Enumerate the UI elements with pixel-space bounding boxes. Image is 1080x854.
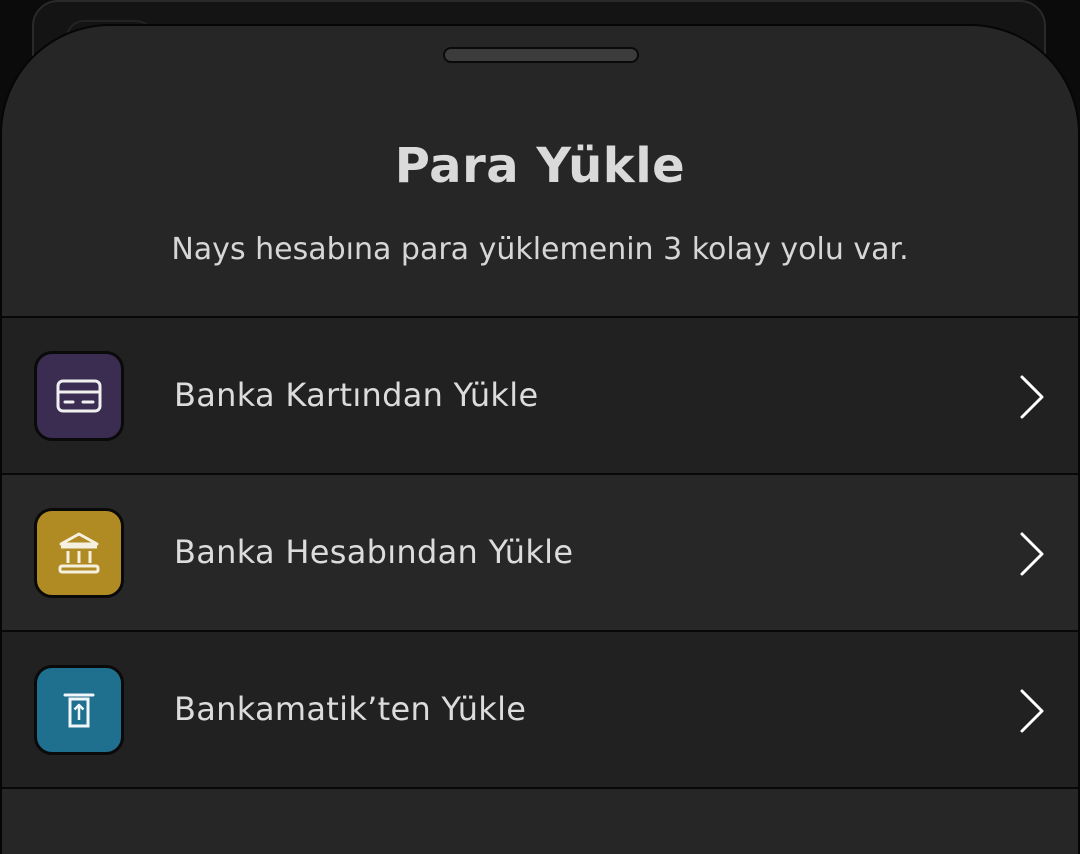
sheet-footer	[2, 789, 1078, 854]
option-label: Banka Hesabından Yükle	[174, 533, 574, 571]
option-atm[interactable]: Bankamatik’ten Yükle	[2, 632, 1078, 789]
sheet-drag-handle[interactable]	[443, 47, 639, 63]
bank-icon	[34, 508, 124, 598]
sheet-title: Para Yükle	[394, 138, 686, 194]
option-bank-account[interactable]: Banka Hesabından Yükle	[2, 475, 1078, 632]
bottom-sheet: Para Yükle Nays hesabına para yüklemenin…	[0, 24, 1080, 854]
option-label: Bankamatik’ten Yükle	[174, 690, 527, 728]
chevron-right-icon	[1020, 689, 1044, 733]
atm-icon	[34, 665, 124, 755]
option-label: Banka Kartından Yükle	[174, 376, 539, 414]
chevron-right-icon	[1020, 532, 1044, 576]
payment-options-list: Banka Kartından Yükle Banka Hesabından Y…	[2, 316, 1078, 854]
option-bank-card[interactable]: Banka Kartından Yükle	[2, 318, 1078, 475]
credit-card-icon	[34, 351, 124, 441]
chevron-right-icon	[1020, 375, 1044, 419]
sheet-subtitle: Nays hesabına para yüklemenin 3 kolay yo…	[171, 232, 909, 267]
